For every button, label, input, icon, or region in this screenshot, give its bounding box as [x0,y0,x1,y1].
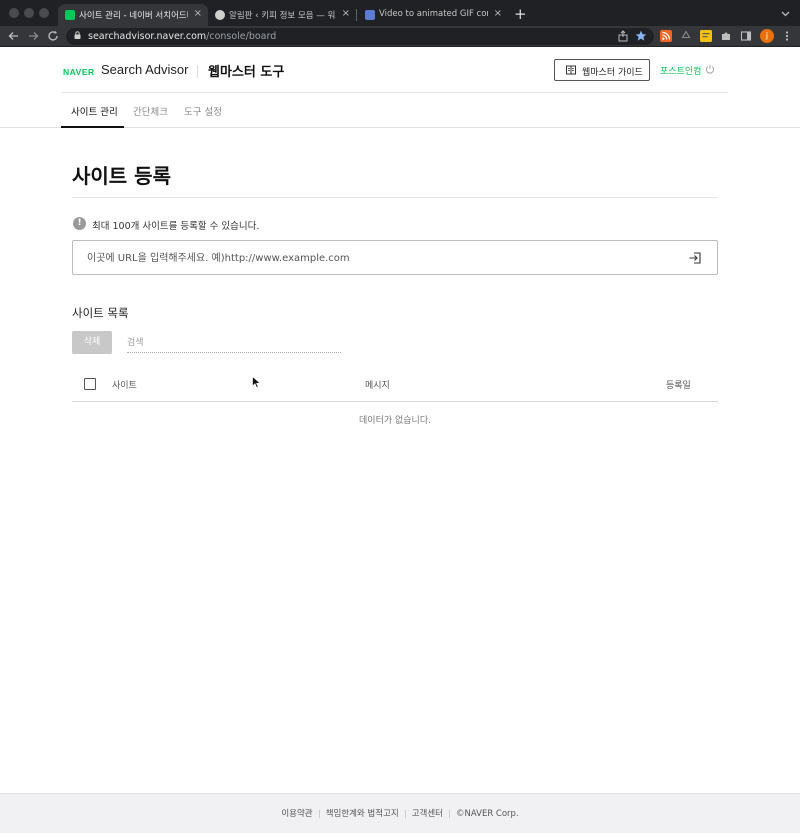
reload-icon[interactable] [47,30,59,42]
extensions-puzzle-icon[interactable] [720,30,732,42]
search-advisor-logo[interactable]: Search Advisor [101,62,188,77]
wordpress-favicon-icon [215,10,225,20]
browser-toolbar: searchadvisor.naver.com/console/board [0,26,800,47]
bookmark-star-icon[interactable] [635,30,647,42]
window-close-dot[interactable] [9,8,19,18]
url-input-container [72,240,718,275]
browser-tab-title: 사이트 관리 - 네이버 서치어드바이저 [79,11,188,21]
logout-power-icon[interactable] [705,64,715,74]
tab-tool-settings[interactable]: 도구 설정 [184,104,222,118]
naver-logo[interactable]: NAVER [63,67,95,77]
gif-converter-favicon-icon [365,10,375,20]
browser-tab-strip: 사이트 관리 - 네이버 서치어드바이저 × 알림판 ‹ 키피 정보 모음 — … [0,0,800,26]
recycle-extension-icon[interactable] [680,30,692,42]
tab-simple-check[interactable]: 간단체크 [133,104,168,118]
address-url: searchadvisor.naver.com/console/board [88,31,276,42]
naver-favicon-icon [65,10,75,20]
window-zoom-dot[interactable] [39,8,49,18]
tab-site-management[interactable]: 사이트 관리 [71,104,118,118]
webmaster-guide-button[interactable]: 웹마스터 가이드 [554,59,650,81]
page-title: 사이트 등록 [72,164,171,188]
close-tab-icon[interactable]: × [494,8,502,19]
webmaster-tools-title[interactable]: 웹마스터 도구 [208,61,284,80]
site-limit-notice: 최대 100개 사이트를 등록할 수 있습니다. [92,221,260,232]
close-tab-icon[interactable]: × [194,8,202,19]
address-path: /console/board [206,31,277,42]
info-icon: ! [73,217,86,230]
back-arrow-icon[interactable] [8,31,19,41]
notes-extension-icon[interactable] [700,30,712,42]
submit-url-icon[interactable] [688,251,702,265]
footer-separator [404,809,406,818]
window-minimize-dot[interactable] [24,8,34,18]
new-tab-button[interactable]: + [514,5,527,23]
address-bar[interactable]: searchadvisor.naver.com/console/board [66,28,654,45]
main-content: 사이트 등록 ! 최대 100개 사이트를 등록할 수 있습니다. 사이트 목록… [0,128,800,793]
footer-disclaimer-link[interactable]: 책임한계와 법적고지 [326,809,399,819]
delete-button[interactable]: 삭제 [72,331,112,354]
close-tab-icon[interactable]: × [342,8,350,19]
browser-tab-title: Video to animated GIF converter [379,9,488,19]
table-empty-message: 데이터가 없습니다. [359,416,431,426]
webmaster-guide-label: 웹마스터 가이드 [582,68,643,78]
side-panel-icon[interactable] [740,30,752,42]
site-footer: 이용약관 책임한계와 법적고지 고객센터 ©NAVER Corp. [0,793,800,833]
brand-divider [197,65,198,78]
footer-separator [318,809,320,818]
address-host: searchadvisor.naver.com [88,31,207,42]
rss-extension-icon[interactable] [660,30,672,42]
column-site[interactable]: 사이트 [112,378,137,391]
browser-tab-gif-converter[interactable]: Video to animated GIF converter × [358,4,508,26]
column-message[interactable]: 메시지 [365,378,390,391]
browser-profile-avatar[interactable]: j [760,29,774,43]
footer-separator [449,809,450,818]
browser-menu-icon[interactable] [781,30,793,42]
site-search-input[interactable] [127,334,341,353]
account-link[interactable]: 포스트인컴 [660,64,701,77]
lock-icon [74,31,81,39]
tab-search-chevron-icon[interactable] [781,9,790,18]
site-list-title: 사이트 목록 [72,306,129,320]
browser-tab-title: 알림판 ‹ 키피 정보 모음 — 워드프레 [229,11,336,21]
footer-links: 이용약관 책임한계와 법적고지 고객센터 ©NAVER Corp. [0,807,800,819]
site-table-header: 사이트 메시지 등록일 [72,368,718,402]
browser-tab-site-management[interactable]: 사이트 관리 - 네이버 서치어드바이저 × [58,4,208,26]
column-registered-date[interactable]: 등록일 [666,378,691,391]
site-url-input[interactable] [87,250,667,266]
footer-help-link[interactable]: 고객센터 [412,809,443,819]
footer-copyright: ©NAVER Corp. [456,809,519,819]
footer-terms-link[interactable]: 이용약관 [281,809,312,819]
mouse-cursor-icon [252,376,261,389]
select-all-checkbox[interactable] [84,378,96,390]
page: NAVER Search Advisor 웹마스터 도구 웹마스터 가이드 포스… [0,47,800,833]
site-header: NAVER Search Advisor 웹마스터 도구 웹마스터 가이드 포스… [0,47,800,128]
forward-arrow-icon[interactable] [28,31,39,41]
tab-separator [356,9,357,21]
book-icon [566,65,576,75]
title-divider [72,197,718,198]
console-tabs: 사이트 관리 간단체크 도구 설정 [0,93,800,128]
browser-tab-wordpress[interactable]: 알림판 ‹ 키피 정보 모음 — 워드프레 × [208,4,356,26]
share-icon[interactable] [617,30,629,42]
